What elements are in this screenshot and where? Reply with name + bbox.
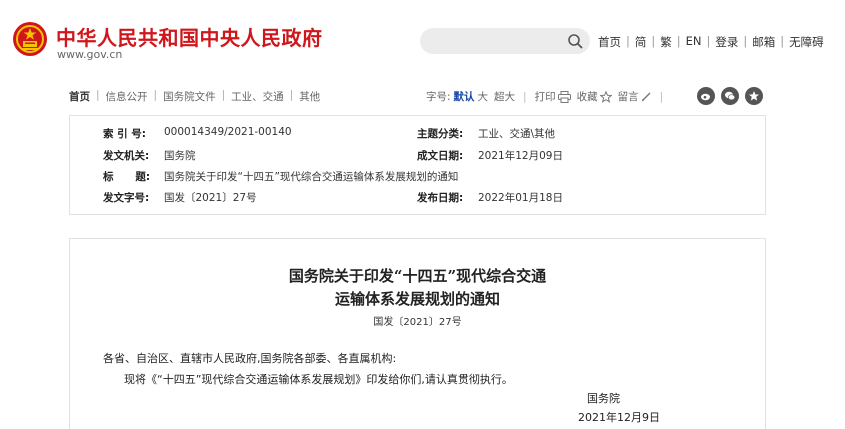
nav-separator: | (651, 34, 656, 48)
issuer-label: 发文机关: (103, 150, 150, 162)
weibo-icon[interactable] (697, 87, 715, 105)
document-number-label: 发文字号: (103, 192, 150, 204)
breadcrumb-other[interactable]: 其他 (299, 89, 320, 104)
breadcrumb-industry-transport[interactable]: 工业、交通 (231, 89, 284, 104)
signature: 国务院 (587, 392, 620, 405)
salutation: 各省、自治区、直辖市人民政府,国务院各部委、各直属机构: (103, 352, 397, 365)
breadcrumb-info-public[interactable]: 信息公开 (106, 89, 148, 104)
print-button[interactable]: 打印 (535, 89, 556, 104)
search-input[interactable] (420, 28, 590, 54)
font-size-large[interactable]: 大 (478, 89, 489, 104)
info-row: 标 题: 国务院关于印发“十四五”现代综合交通运输体系发展规划的通知 (70, 169, 765, 189)
published-date-label: 发布日期: (417, 192, 464, 204)
font-size-default[interactable]: 默认 (454, 89, 475, 104)
nav-accessibility[interactable]: 无障碍 (789, 34, 824, 50)
document-content: 国务院关于印发“十四五”现代综合交通 运输体系发展规划的通知 国发〔2021〕2… (69, 238, 766, 429)
index-number-value: 000014349/2021-00140 (164, 126, 292, 138)
national-emblem-icon[interactable] (12, 21, 48, 57)
title-value: 国务院关于印发“十四五”现代综合交通运输体系发展规划的通知 (164, 171, 459, 183)
printer-icon[interactable] (557, 90, 571, 103)
nav-simplified[interactable]: 简 (635, 34, 647, 50)
written-date-label: 成文日期: (417, 150, 464, 162)
issuer-value: 国务院 (164, 150, 196, 162)
pencil-icon[interactable] (641, 91, 652, 102)
title-label: 标 题: (103, 171, 151, 183)
star-icon[interactable] (599, 90, 612, 103)
signature-date: 2021年12月9日 (578, 411, 660, 424)
nav-home[interactable]: 首页 (598, 34, 621, 50)
breadcrumb-separator: | (153, 89, 158, 101)
index-number-label: 索 引 号: (103, 128, 147, 140)
wechat-icon[interactable] (721, 87, 739, 105)
search-icon[interactable] (567, 33, 583, 49)
info-row: 发文字号: 国发〔2021〕27号 发布日期: 2022年01月18日 (70, 190, 765, 210)
breadcrumb-separator: | (221, 89, 226, 101)
nav-separator: | (743, 34, 748, 48)
topic-label: 主题分类: (417, 128, 464, 140)
nav-login[interactable]: 登录 (715, 34, 738, 50)
nav-traditional[interactable]: 繁 (660, 34, 672, 50)
site-title[interactable]: 中华人民共和国中央人民政府 (56, 22, 323, 51)
document-number: 国发〔2021〕27号 (373, 317, 462, 328)
page-tools: 字号: 默认 大 超大 | 打印 收藏 留言 | (426, 89, 671, 104)
published-date-value: 2022年01月18日 (478, 192, 563, 204)
document-title-line-1: 国务院关于印发“十四五”现代综合交通 (288, 267, 547, 285)
site-header: 中华人民共和国中央人民政府 www.gov.cn 首页 | 简 | 繁 | EN… (0, 0, 845, 76)
favorite-star-icon[interactable] (745, 87, 763, 105)
nav-separator: | (706, 34, 711, 48)
share-buttons (697, 87, 763, 105)
document-body: 现将《“十四五”现代综合交通运输体系发展规划》印发给你们,请认真贯彻执行。 (124, 373, 513, 386)
document-info-table: 索 引 号: 000014349/2021-00140 主题分类: 工业、交通\… (69, 115, 766, 215)
nav-english[interactable]: EN (686, 34, 702, 50)
written-date-value: 2021年12月09日 (478, 150, 563, 162)
breadcrumb-home[interactable]: 首页 (69, 89, 90, 104)
nav-separator: | (626, 34, 630, 48)
favorite-button[interactable]: 收藏 (577, 89, 598, 104)
font-size-label: 字号: (426, 91, 451, 103)
info-row: 索 引 号: 000014349/2021-00140 主题分类: 工业、交通\… (70, 126, 765, 146)
breadcrumb: 首页 | 信息公开 | 国务院文件 | 工业、交通 | 其他 (69, 89, 320, 104)
tools-separator: | (523, 90, 527, 103)
nav-separator: | (676, 34, 681, 48)
nav-separator: | (780, 34, 785, 48)
font-size-xlarge[interactable]: 超大 (494, 89, 515, 104)
site-url[interactable]: www.gov.cn (57, 48, 122, 61)
breadcrumb-state-council-docs[interactable]: 国务院文件 (163, 89, 216, 104)
topic-value: 工业、交通\其他 (478, 128, 556, 140)
top-nav: 首页 | 简 | 繁 | EN | 登录 | 邮箱 | 无障碍 (598, 34, 824, 50)
breadcrumb-separator: | (289, 89, 294, 101)
info-row: 发文机关: 国务院 成文日期: 2021年12月09日 (70, 148, 765, 168)
breadcrumb-separator: | (96, 89, 100, 101)
document-title-line-2: 运输体系发展规划的通知 (334, 290, 500, 308)
comment-button[interactable]: 留言 (618, 89, 639, 104)
nav-mail[interactable]: 邮箱 (752, 34, 775, 50)
document-number-value: 国发〔2021〕27号 (164, 192, 257, 204)
tools-separator: | (659, 90, 664, 103)
